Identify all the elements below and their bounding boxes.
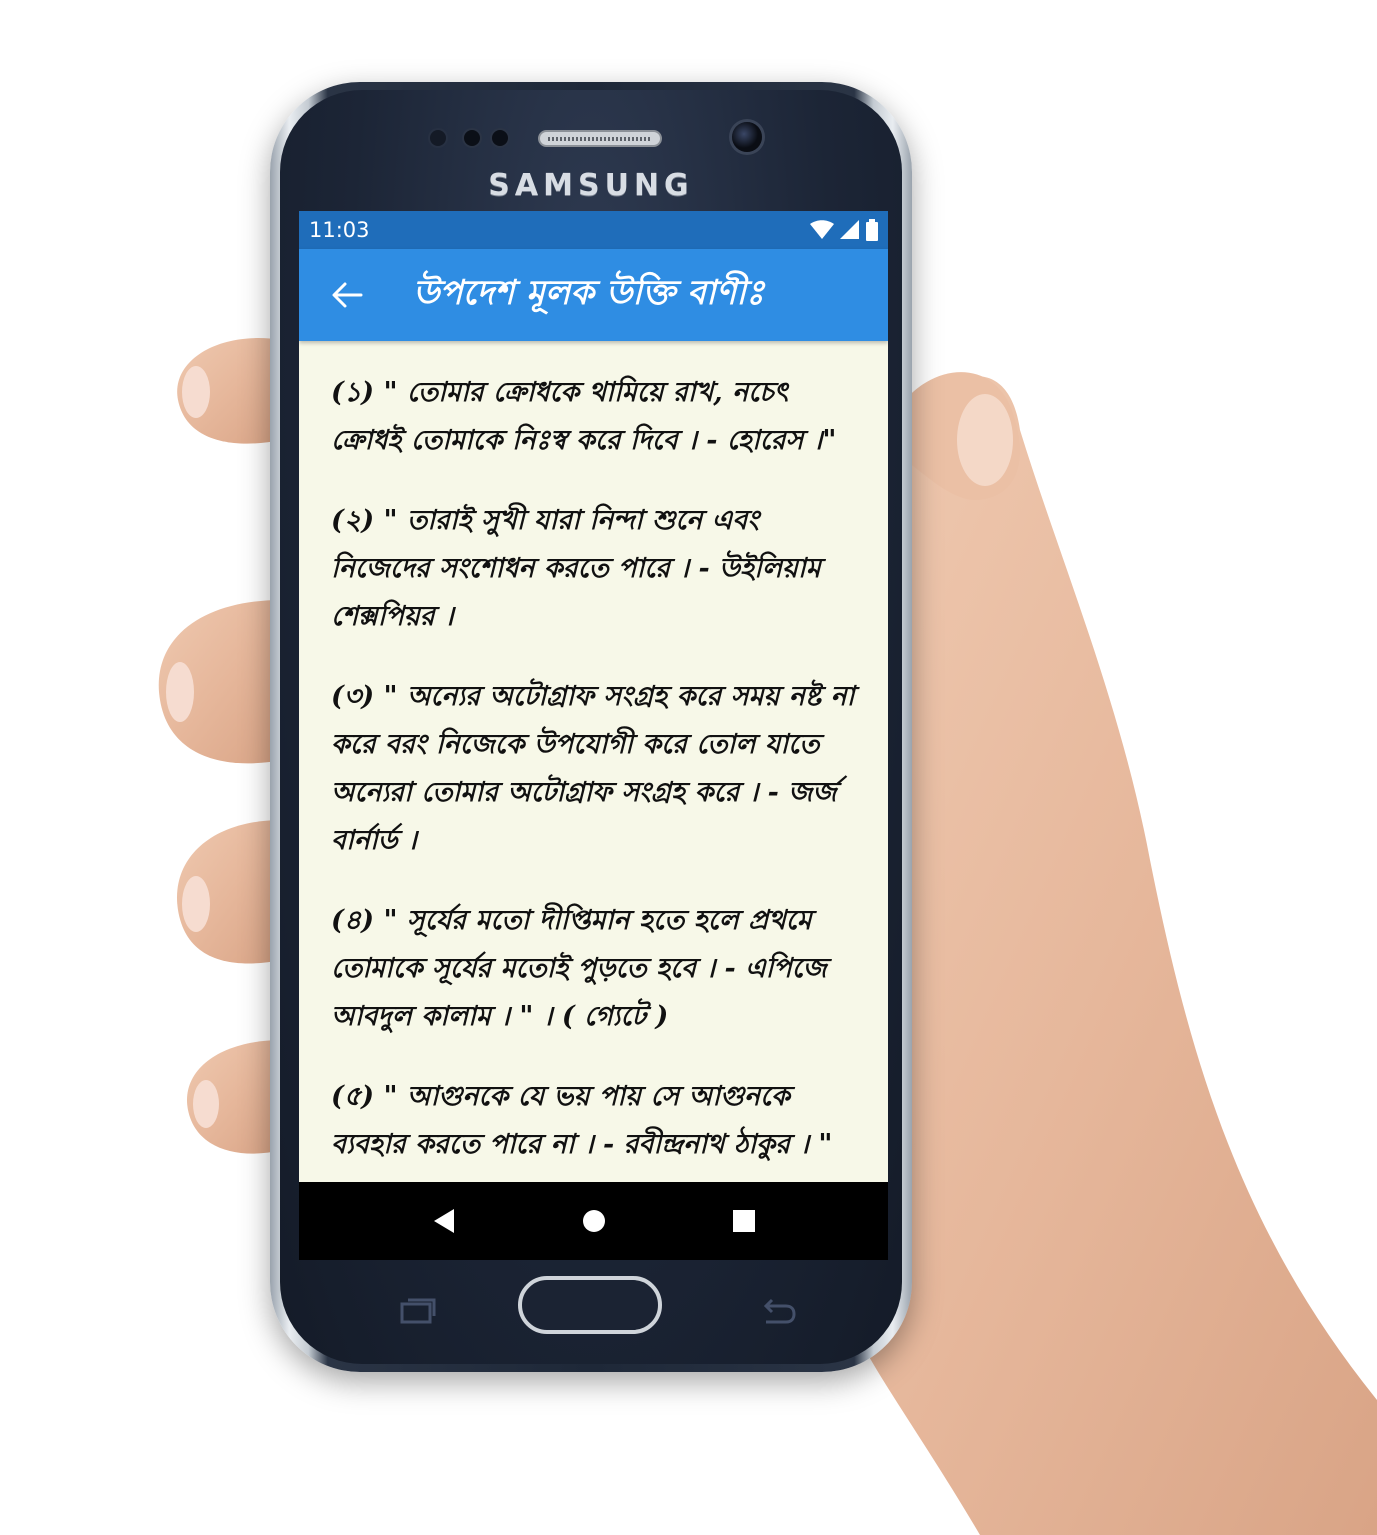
recents-outline-icon <box>400 1298 436 1324</box>
back-triangle-icon <box>433 1209 454 1233</box>
nav-home-button[interactable] <box>574 1201 614 1241</box>
status-icons <box>810 219 878 241</box>
return-arrow-icon <box>763 1298 796 1324</box>
signal-icon <box>840 220 859 239</box>
status-bar: 11:03 <box>299 211 888 249</box>
front-camera-icon <box>732 122 762 152</box>
system-nav-bar <box>299 1182 888 1260</box>
quote-item: (৪) " সূর্যের মতো দীপ্তিমান হতে হলে প্রথ… <box>331 905 827 1032</box>
recents-square-icon <box>732 1210 755 1232</box>
phone-device: SAMSUNG 11:03 উপদেশ মূলক উক্তি বাণীঃ (১)… <box>270 82 912 1372</box>
battery-icon <box>866 219 878 241</box>
nav-recents-button[interactable] <box>724 1201 764 1241</box>
sensor-icon <box>464 130 480 146</box>
earpiece-speaker <box>538 130 662 147</box>
phone-front-panel: SAMSUNG 11:03 উপদেশ মূলক উক্তি বাণীঃ (১)… <box>280 90 902 1364</box>
sensor-icon <box>492 130 508 146</box>
page-title: উপদেশ মূলক উক্তি বাণীঃ <box>413 272 765 313</box>
wifi-icon <box>810 220 834 239</box>
brand-logo: SAMSUNG <box>488 168 694 203</box>
quote-item: (৩) " অন্যের অটোগ্রাফ সংগ্রহ করে সময় নষ… <box>331 681 855 856</box>
arrow-left-icon <box>332 282 363 308</box>
quote-item: (১) " তোমার ক্রোধকে থামিয়ে রাখ, নচেৎ ক্… <box>331 377 837 456</box>
back-button[interactable] <box>327 275 367 315</box>
nav-back-button[interactable] <box>424 1201 464 1241</box>
home-circle-icon <box>582 1210 605 1232</box>
phone-screen: 11:03 উপদেশ মূলক উক্তি বাণীঃ (১) " তোমার… <box>299 211 888 1260</box>
quote-item: (২) " তারাই সুখী যারা নিন্দা শুনে এবং নি… <box>331 505 821 632</box>
physical-home-button[interactable] <box>518 1276 662 1334</box>
status-time: 11:03 <box>309 218 370 242</box>
app-bar: উপদেশ মূলক উক্তি বাণীঃ <box>299 249 888 341</box>
recent-apps-hardware-icon[interactable] <box>398 1296 438 1334</box>
proximity-sensor-icon <box>430 130 446 146</box>
product-mockup: SAMSUNG 11:03 উপদেশ মূলক উক্তি বাণীঃ (১)… <box>0 0 1377 1535</box>
back-hardware-icon[interactable] <box>758 1296 798 1334</box>
quote-item: (৫) " আগুনকে যে ভয় পায় সে আগুনকে ব্যবহ… <box>331 1081 833 1160</box>
quote-list[interactable]: (১) " তোমার ক্রোধকে থামিয়ে রাখ, নচেৎ ক্… <box>299 341 888 1169</box>
